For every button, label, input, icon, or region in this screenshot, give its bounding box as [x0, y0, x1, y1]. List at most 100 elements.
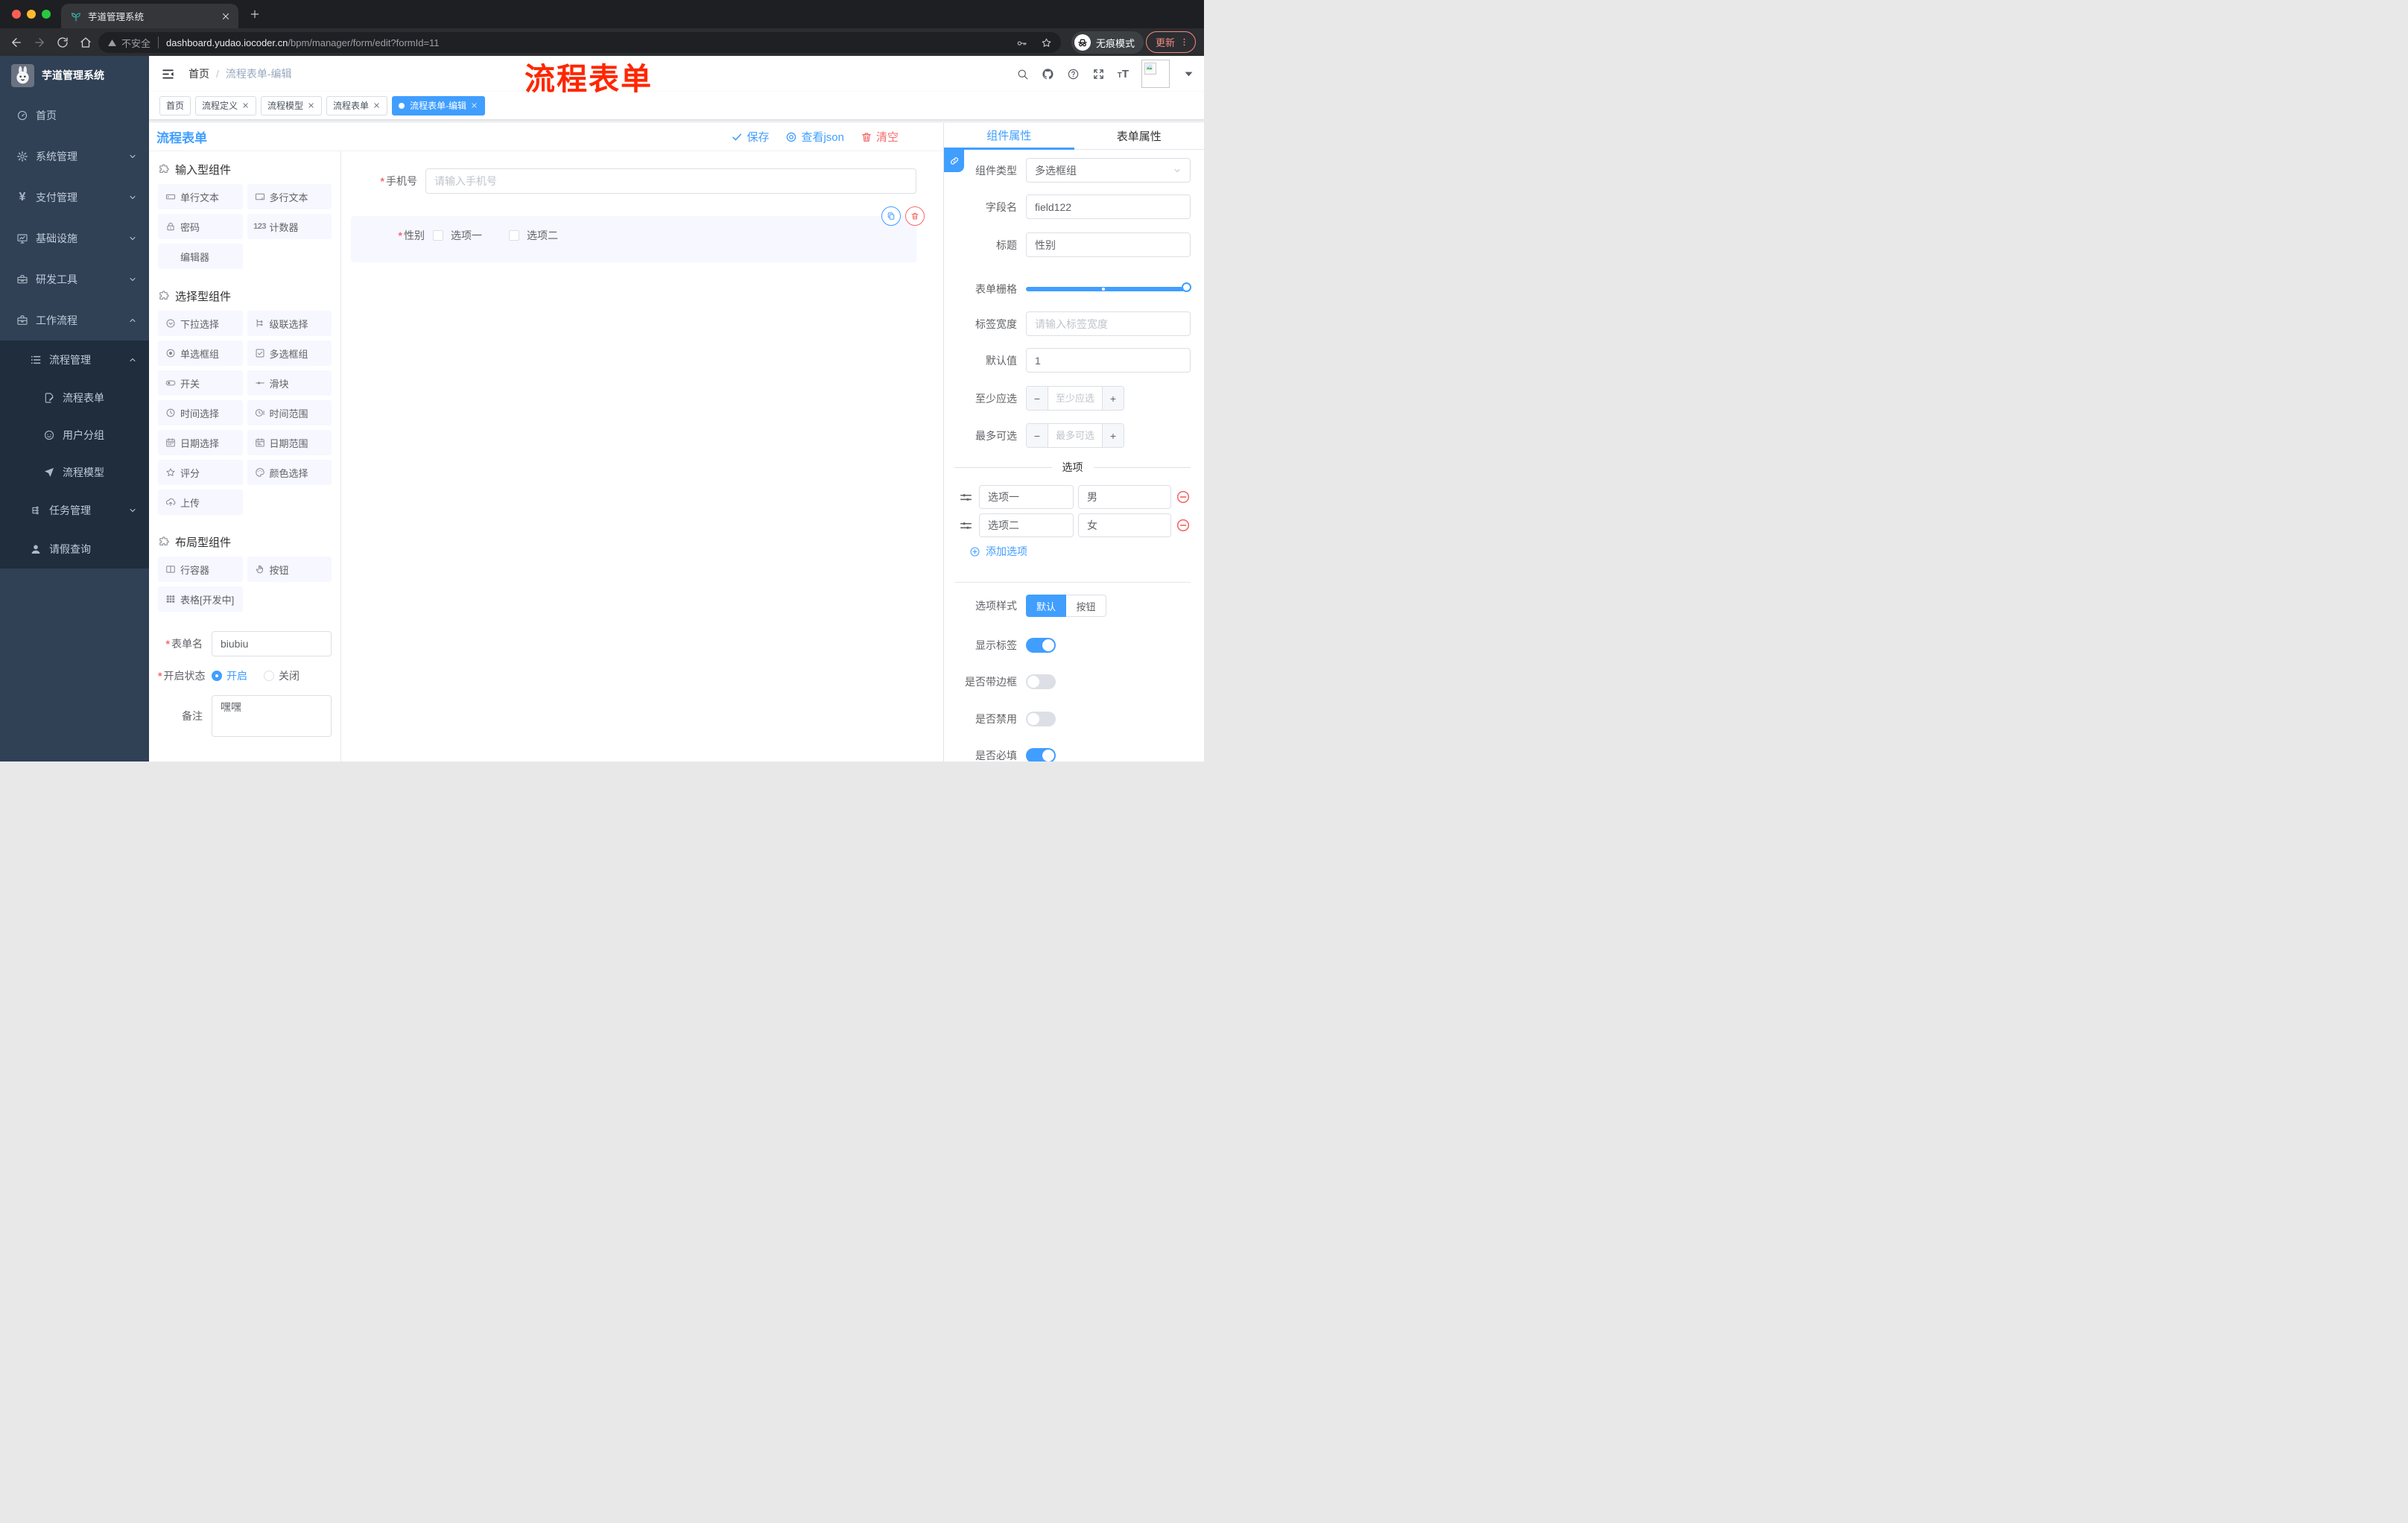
- sidebar-item-任务管理[interactable]: 任务管理: [0, 491, 149, 530]
- palette-item-级联选择[interactable]: 级联选择: [247, 311, 332, 336]
- min-select-input[interactable]: [1048, 387, 1102, 410]
- stepper-increase-button[interactable]: +: [1102, 387, 1124, 410]
- sidebar-item-流程表单[interactable]: 流程表单: [0, 379, 149, 417]
- user-menu-caret-icon[interactable]: [1182, 68, 1195, 80]
- sidebar-item-流程管理[interactable]: 流程管理: [0, 341, 149, 379]
- form-remark-textarea[interactable]: 嘿嘿: [212, 695, 332, 737]
- tag-流程模型[interactable]: 流程模型: [261, 95, 323, 115]
- tab-component-props[interactable]: 组件属性: [944, 123, 1074, 150]
- palette-item-表格[开发中][interactable]: 表格[开发中]: [158, 586, 243, 612]
- clear-button[interactable]: 清空: [861, 129, 899, 145]
- palette-item-编辑器[interactable]: 编辑器: [158, 244, 243, 269]
- palette-item-单行文本[interactable]: 单行文本: [158, 184, 243, 209]
- palette-item-日期范围[interactable]: 日期范围: [247, 430, 332, 455]
- toggle-是否带边框[interactable]: [1026, 674, 1056, 689]
- palette-item-多行文本[interactable]: 多行文本: [247, 184, 332, 209]
- sidebar-item-基础设施[interactable]: 基础设施: [0, 218, 149, 259]
- tag-流程表单[interactable]: 流程表单: [326, 95, 388, 115]
- address-bar[interactable]: 不安全 dashboard.yudao.iocoder.cn/bpm/manag…: [98, 32, 1061, 53]
- option-style-default[interactable]: 默认: [1026, 595, 1066, 617]
- sidebar-item-系统管理[interactable]: 系统管理: [0, 136, 149, 177]
- remove-option-icon[interactable]: [1176, 490, 1191, 504]
- palette-item-滑块[interactable]: 滑块: [247, 370, 332, 396]
- sidebar-item-流程模型[interactable]: 流程模型: [0, 454, 149, 491]
- tab-form-props[interactable]: 表单属性: [1074, 123, 1204, 150]
- stepper-decrease-button[interactable]: −: [1027, 387, 1048, 410]
- field-name-input[interactable]: [1026, 194, 1191, 219]
- phone-input[interactable]: [425, 168, 916, 194]
- palette-item-颜色选择[interactable]: 颜色选择: [247, 460, 332, 485]
- bookmark-star-icon[interactable]: [1041, 37, 1052, 48]
- max-select-input[interactable]: [1048, 424, 1102, 447]
- delete-component-button[interactable]: [905, 206, 925, 226]
- minimize-window-button[interactable]: [27, 10, 36, 19]
- toggle-是否必填[interactable]: [1026, 748, 1056, 762]
- fullscreen-icon[interactable]: [1092, 68, 1105, 80]
- title-input[interactable]: [1026, 232, 1191, 257]
- help-icon[interactable]: [1067, 68, 1080, 80]
- canvas-field-gender-selected[interactable]: * 性别 选项一 选项二: [351, 216, 916, 262]
- grid-slider[interactable]: [1026, 282, 1191, 292]
- home-icon[interactable]: [79, 36, 92, 49]
- avatar[interactable]: [1141, 60, 1170, 88]
- search-icon[interactable]: [1016, 68, 1029, 80]
- palette-item-下拉选择[interactable]: 下拉选择: [158, 311, 243, 336]
- tag-流程表单-编辑[interactable]: 流程表单-编辑: [392, 95, 486, 115]
- canvas-field-phone[interactable]: * 手机号: [342, 168, 916, 194]
- copy-component-button[interactable]: [881, 206, 901, 226]
- palette-item-时间选择[interactable]: 时间选择: [158, 400, 243, 425]
- sidebar-item-home[interactable]: 首页: [0, 95, 149, 136]
- tab-close-icon[interactable]: [221, 11, 231, 22]
- stepper-increase-button[interactable]: +: [1102, 424, 1124, 447]
- status-radio-on[interactable]: 开启: [212, 668, 247, 683]
- add-option-button[interactable]: 添加选项: [969, 544, 1027, 559]
- maximize-window-button[interactable]: [42, 10, 51, 19]
- sidebar-collapse-icon[interactable]: [161, 67, 175, 81]
- default-value-input[interactable]: [1026, 348, 1191, 373]
- browser-update-button[interactable]: 更新: [1146, 31, 1197, 53]
- close-window-button[interactable]: [12, 10, 21, 19]
- status-radio-off[interactable]: 关闭: [264, 668, 300, 683]
- component-type-select[interactable]: 多选框组: [1026, 158, 1191, 183]
- browser-menu-icon[interactable]: [1179, 37, 1189, 47]
- toggle-是否禁用[interactable]: [1026, 712, 1056, 726]
- option-value-input[interactable]: [1078, 513, 1171, 537]
- sidebar-item-用户分组[interactable]: 用户分组: [0, 417, 149, 454]
- save-button[interactable]: 保存: [731, 129, 769, 145]
- palette-item-评分[interactable]: 评分: [158, 460, 243, 485]
- forward-icon[interactable]: [33, 36, 46, 49]
- sidebar-item-工作流程[interactable]: 工作流程: [0, 300, 149, 341]
- option-style-button[interactable]: 按钮: [1066, 595, 1106, 617]
- slider-handle[interactable]: [1182, 282, 1191, 292]
- reload-icon[interactable]: [56, 36, 69, 49]
- palette-item-密码[interactable]: 密码: [158, 214, 243, 239]
- github-icon[interactable]: [1042, 68, 1054, 80]
- gender-option-2[interactable]: 选项二: [509, 228, 558, 243]
- form-name-input[interactable]: [212, 631, 332, 656]
- view-json-button[interactable]: 查看json: [785, 129, 844, 145]
- breadcrumb-home[interactable]: 首页: [188, 66, 209, 81]
- option-label-input[interactable]: [979, 513, 1074, 537]
- palette-item-时间范围[interactable]: 时间范围: [247, 400, 332, 425]
- back-icon[interactable]: [10, 36, 23, 49]
- sidebar-item-支付管理[interactable]: ¥ 支付管理: [0, 177, 149, 218]
- palette-item-按钮[interactable]: 按钮: [247, 557, 332, 582]
- sidebar-item-请假查询[interactable]: 请假查询: [0, 530, 149, 569]
- remove-option-icon[interactable]: [1176, 518, 1191, 533]
- sidebar-item-研发工具[interactable]: 研发工具: [0, 259, 149, 300]
- tag-流程定义[interactable]: 流程定义: [195, 95, 257, 115]
- tag-首页[interactable]: 首页: [159, 95, 191, 115]
- font-size-icon[interactable]: TT: [1118, 69, 1129, 80]
- palette-item-单选框组[interactable]: 单选框组: [158, 341, 243, 366]
- label-width-input[interactable]: [1026, 311, 1191, 336]
- option-label-input[interactable]: [979, 485, 1074, 509]
- palette-item-行容器[interactable]: 行容器: [158, 557, 243, 582]
- option-value-input[interactable]: [1078, 485, 1171, 509]
- palette-item-日期选择[interactable]: 日期选择: [158, 430, 243, 455]
- stepper-decrease-button[interactable]: −: [1027, 424, 1048, 447]
- window-controls[interactable]: [12, 10, 51, 19]
- toggle-显示标签[interactable]: [1026, 638, 1056, 653]
- gender-option-1[interactable]: 选项一: [433, 228, 482, 243]
- palette-item-开关[interactable]: 开关: [158, 370, 243, 396]
- checkbox-icon[interactable]: [433, 230, 443, 241]
